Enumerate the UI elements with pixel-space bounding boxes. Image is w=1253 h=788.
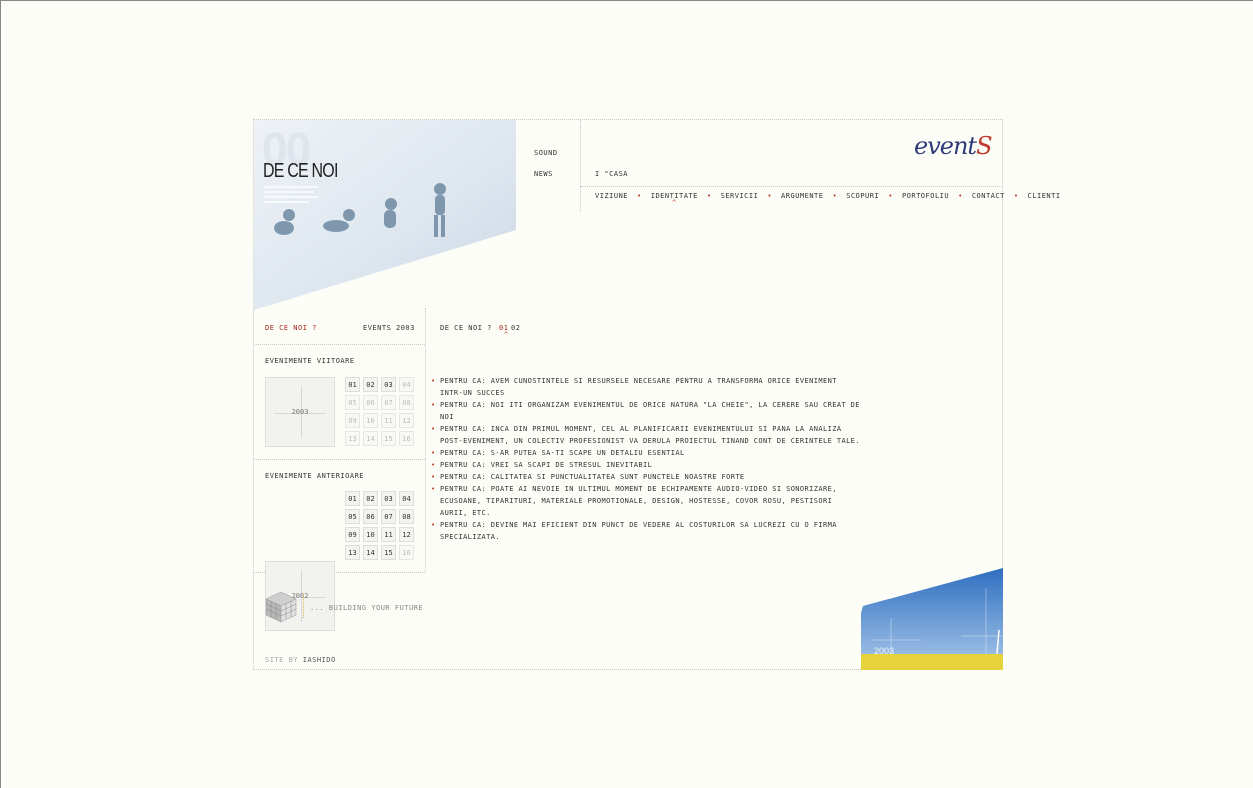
calendar-day: 13 (345, 431, 360, 446)
divider (580, 120, 581, 212)
reason-item: pentru ca: vrei sa scapi de stresul inev… (431, 459, 861, 471)
credit-name: iashido (302, 656, 336, 664)
active-caret-icon: ^ (504, 331, 509, 339)
page-1-link[interactable]: 01 ^ (499, 324, 508, 339)
credit-prefix: site by (265, 656, 299, 664)
calendar-day: 06 (363, 395, 378, 410)
events-logo[interactable]: eventS (914, 132, 993, 160)
calendar-day: 10 (363, 413, 378, 428)
reason-item: pentru ca: avem cunostintele si resursel… (431, 375, 861, 399)
reason-item: pentru ca: s-ar putea sa-ti scape un det… (431, 447, 861, 459)
reason-item: pentru ca: calitatea si punctualitatea s… (431, 471, 861, 483)
nav-separator: • (958, 192, 963, 200)
tab-events-2003[interactable]: events 2003 (363, 324, 415, 332)
divider (254, 459, 425, 460)
reasons-list: pentru ca: avem cunostintele si resursel… (431, 375, 861, 543)
nav-identitate[interactable]: identitate ^ (651, 192, 698, 207)
calendar-day[interactable]: 12 (399, 527, 414, 542)
calendar-day[interactable]: 04 (399, 491, 414, 506)
site-frame: 00 DE CE NOI sound news eventS i "casa v… (253, 119, 1060, 670)
footer-photo-year: 2003 (874, 646, 895, 656)
calendar-day: 12 (399, 413, 414, 428)
calendar-day[interactable]: 13 (345, 545, 360, 560)
calendar-day[interactable]: 03 (381, 377, 396, 392)
breadcrumb[interactable]: i "casa (595, 170, 628, 178)
nav-separator: • (1013, 192, 1019, 200)
upcoming-days-grid: 01 02 03 04 05 06 07 08 09 10 11 12 13 14 15 16 (345, 377, 414, 446)
content-heading: de ce noi ? (440, 324, 492, 332)
hero-title: DE CE NOI (263, 160, 338, 182)
main-nav: viziune • identitate ^ • servicii • argument… (595, 192, 1061, 207)
upcoming-year-box: 2003 (265, 377, 335, 447)
page-2-link[interactable]: 02 (511, 324, 520, 332)
calendar-day: 16 (399, 545, 414, 560)
calendar-day[interactable]: 15 (381, 545, 396, 560)
nav-clienti[interactable]: clienti (1028, 192, 1061, 200)
nav-separator: • (706, 192, 712, 200)
calendar-day: 04 (399, 377, 414, 392)
previous-days-grid: 01 02 03 04 05 06 07 08 09 10 11 12 13 14 15 16 (345, 491, 414, 560)
reason-item: pentru ca: poate ai nevoie in ultimul mo… (431, 483, 861, 519)
nav-separator: • (767, 192, 773, 200)
cube-logo-icon (264, 590, 298, 628)
calendar-day: 16 (399, 431, 414, 446)
calendar-day: 08 (399, 395, 414, 410)
calendar-day[interactable]: 03 (381, 491, 396, 506)
sound-link[interactable]: sound (534, 149, 558, 157)
active-caret-icon: ^ (671, 199, 677, 207)
nav-viziune[interactable]: viziune (595, 192, 628, 200)
reason-item: pentru ca: inca din primul moment, cel a… (431, 423, 861, 447)
reason-item: pentru ca: devine mai eficient din punct… (431, 519, 861, 543)
footer-photo (861, 568, 1003, 674)
nav-servicii[interactable]: servicii (721, 192, 759, 200)
calendar-day[interactable]: 05 (345, 509, 360, 524)
nav-portofoliu[interactable]: portofoliu (902, 192, 949, 200)
nav-separator: • (832, 192, 838, 200)
calendar-day[interactable]: 09 (345, 527, 360, 542)
nav-separator: • (637, 192, 642, 200)
sidebar-border (425, 308, 426, 572)
calendar-day[interactable]: 07 (381, 509, 396, 524)
logo-accent: S (976, 132, 992, 160)
calendar-day[interactable]: 02 (363, 491, 378, 506)
tagline: ... building your future (310, 604, 424, 612)
nav-argumente[interactable]: argumente (781, 192, 823, 200)
calendar-day[interactable]: 10 (363, 527, 378, 542)
calendar-day[interactable]: 01 (345, 377, 360, 392)
calendar-day[interactable]: 02 (363, 377, 378, 392)
calendar-day: 09 (345, 413, 360, 428)
upcoming-events-title: evenimente viitoare (265, 357, 355, 365)
calendar-day: 05 (345, 395, 360, 410)
reason-item: pentru ca: noi iti organizam evenimentul… (431, 399, 861, 423)
nav-separator: • (888, 192, 893, 200)
calendar-day[interactable]: 11 (381, 527, 396, 542)
nav-contact[interactable]: contact (972, 192, 1005, 200)
calendar-day[interactable]: 06 (363, 509, 378, 524)
previous-events-title: evenimente anterioare (265, 472, 365, 480)
calendar-day[interactable]: 14 (363, 545, 378, 560)
logo-text: event (914, 132, 977, 160)
calendar-day: 14 (363, 431, 378, 446)
calendar-day[interactable]: 01 (345, 491, 360, 506)
calendar-day: 15 (381, 431, 396, 446)
tab-de-ce-noi[interactable]: de ce noi ? (265, 324, 317, 332)
divider (580, 186, 1002, 187)
site-credit[interactable]: site by iashido (265, 656, 336, 664)
upcoming-year: 2003 (291, 408, 309, 416)
divider (254, 344, 425, 345)
calendar-day: 07 (381, 395, 396, 410)
calendar-day[interactable]: 08 (399, 509, 414, 524)
divider (303, 594, 304, 618)
calendar-day: 11 (381, 413, 396, 428)
news-link[interactable]: news (534, 170, 558, 178)
nav-scopuri[interactable]: scopuri (846, 192, 879, 200)
